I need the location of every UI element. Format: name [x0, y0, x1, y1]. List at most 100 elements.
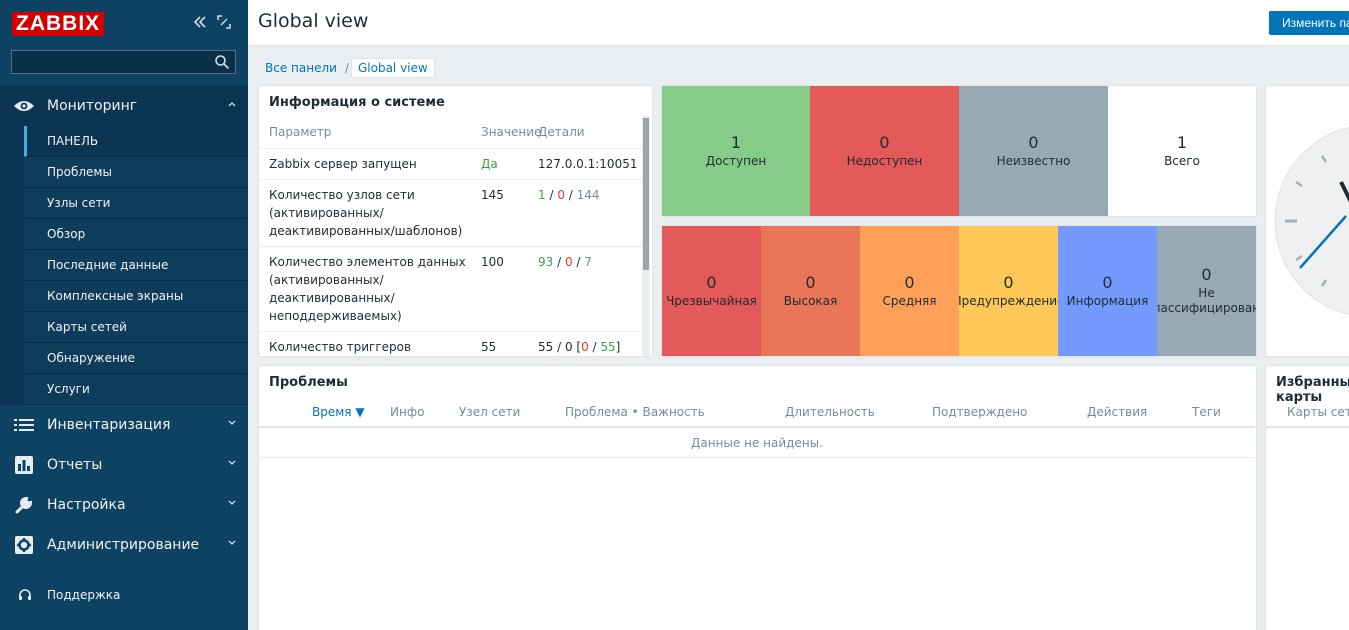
table-row: Количество узлов сети (активированных/ д…	[259, 180, 642, 247]
availability-unavailable[interactable]: 0 Недоступен	[810, 86, 959, 216]
details-cell: 1 / 0 / 144	[535, 180, 642, 246]
value-cell: Да	[481, 157, 498, 171]
menu-label: Администрирование	[47, 537, 200, 553]
breadcrumb: Все панели / Global view	[259, 57, 435, 79]
menu-label: Инвентаризация	[47, 417, 171, 433]
support-label: Поддержка	[47, 588, 121, 602]
param-cell: Количество триггеров	[269, 340, 412, 354]
tile-count: 0	[1003, 272, 1014, 292]
param-cell: Zabbix сервер запущен	[269, 157, 417, 171]
gear-icon	[13, 534, 35, 556]
menu-inventory[interactable]: Инвентаризация	[0, 405, 248, 445]
details-sep: /	[588, 340, 601, 354]
sidebar-item-overview[interactable]: Обзор	[24, 219, 248, 250]
column-acknowledged: Подтверждено	[932, 405, 1028, 419]
problems-table-header: Время ▼ Инфо Узел сети Проблема • Важнос…	[259, 398, 1255, 428]
tile-count: 0	[706, 272, 717, 292]
scrollbar-thumb[interactable]	[643, 118, 649, 270]
favorites-table-header: Карты сети	[1266, 398, 1349, 428]
breadcrumb-current[interactable]: Global view	[350, 58, 435, 78]
column-time[interactable]: Время ▼	[312, 405, 365, 419]
details-sep: /	[553, 255, 565, 269]
severity-disaster[interactable]: 0 Чрезвычайная	[662, 226, 761, 356]
main-menu: Мониторинг ПАНЕЛЬ Проблемы Узлы сети Обз…	[0, 86, 248, 565]
availability-unknown[interactable]: 0 Неизвестно	[959, 86, 1108, 216]
sidebar-item-screens[interactable]: Комплексные экраны	[24, 281, 248, 312]
tile-label: Высокая	[783, 293, 838, 308]
scrollbar[interactable]	[642, 116, 650, 356]
column-problem-severity[interactable]: Проблема • Важность	[565, 405, 705, 419]
system-info-table: Параметр Значение Детали Zabbix сервер з…	[259, 116, 642, 356]
details-cell: 55 / 0 [0 / 55]	[535, 332, 642, 356]
support-link[interactable]: Поддержка	[0, 583, 120, 607]
menu-administration[interactable]: Администрирование	[0, 525, 248, 565]
column-info: Инфо	[390, 405, 425, 419]
column-host[interactable]: Узел сети	[459, 405, 520, 419]
details-unsupported: 7	[584, 255, 592, 269]
column-actions: Действия	[1087, 405, 1148, 419]
sidebar-item-hosts[interactable]: Узлы сети	[24, 188, 248, 219]
breadcrumb-all-dashboards[interactable]: Все панели	[259, 61, 343, 75]
column-duration: Длительность	[785, 405, 875, 419]
edit-dashboard-button[interactable]: Изменить панель	[1269, 11, 1349, 35]
param-cell: Количество элементов данных (активирован…	[269, 255, 466, 323]
tile-label: Всего	[1164, 153, 1200, 168]
wrench-icon	[13, 494, 35, 516]
bar-chart-icon	[13, 454, 35, 476]
menu-reports[interactable]: Отчеты	[0, 445, 248, 485]
severity-warning[interactable]: 0 Предупреждение	[959, 226, 1058, 356]
sidebar-item-discovery[interactable]: Обнаружение	[24, 343, 248, 374]
tile-label: Предупреждение	[959, 293, 1058, 308]
sidebar-item-services[interactable]: Услуги	[24, 374, 248, 405]
headset-icon	[19, 589, 31, 600]
tile-label: Чрезвычайная	[666, 293, 757, 308]
page-header: Global view Изменить панель	[248, 0, 1349, 46]
tile-label: Доступен	[705, 153, 767, 168]
details-cell: 93 / 0 / 7	[535, 247, 642, 331]
chevron-down-icon	[228, 498, 236, 509]
details-disabled: 0	[564, 255, 573, 269]
tile-count: 1	[730, 132, 742, 152]
page-title: Global view	[258, 10, 369, 32]
value-cell: 55	[481, 340, 497, 354]
details-enabled: 93	[538, 255, 554, 269]
severity-average[interactable]: 0 Средняя	[860, 226, 959, 356]
sidebar-item-maps[interactable]: Карты сетей	[24, 312, 248, 343]
menu-configuration[interactable]: Настройка	[0, 485, 248, 525]
sidebar-item-problems[interactable]: Проблемы	[24, 157, 248, 188]
search-icon[interactable]	[214, 54, 230, 70]
sidebar-item-latest-data[interactable]: Последние данные	[24, 250, 248, 281]
search-input[interactable]	[12, 51, 202, 73]
tile-label-line-2: классифицировано	[1157, 301, 1256, 315]
menu-monitoring[interactable]: Мониторинг	[0, 86, 248, 126]
collapse-sidebar-icon[interactable]	[192, 14, 208, 34]
details-cell: 127.0.0.1:10051	[538, 157, 638, 171]
sidebar-item-dashboard[interactable]: ПАНЕЛЬ	[24, 126, 248, 157]
chevron-down-icon	[228, 538, 236, 549]
severity-not-classified[interactable]: 0 Не классифицировано	[1157, 226, 1256, 356]
column-header: Детали	[538, 125, 585, 139]
details-ok: 55	[600, 340, 616, 354]
availability-available[interactable]: 1 Доступен	[662, 86, 810, 216]
table-row: Zabbix сервер запущен Да 127.0.0.1:10051	[259, 149, 642, 180]
breadcrumb-separator: /	[344, 61, 349, 75]
zabbix-logo[interactable]: ZABBIX	[12, 12, 105, 36]
chevron-down-icon	[228, 418, 236, 429]
severity-high[interactable]: 0 Высокая	[761, 226, 860, 356]
tile-count: 0	[1102, 272, 1113, 292]
value-cell: 145	[481, 188, 504, 202]
tile-count: 0	[1028, 132, 1039, 152]
details-suffix: ]	[615, 340, 621, 354]
sidebar: ZABBIX Мониторинг ПАНЕЛЬ Проблемы Узлы с…	[0, 0, 248, 630]
column-header: Значение	[481, 125, 542, 139]
menu-label: Настройка	[47, 497, 126, 513]
menu-label: Отчеты	[47, 457, 103, 473]
value-cell: 100	[481, 255, 504, 269]
chevron-up-icon	[228, 99, 236, 110]
fullscreen-icon[interactable]	[216, 14, 232, 34]
tile-count: 1	[1176, 132, 1188, 152]
availability-total[interactable]: 1 Всего	[1108, 86, 1256, 216]
no-data-message: Данные не найдены.	[259, 428, 1255, 458]
details-templates: 144	[576, 188, 600, 202]
severity-information[interactable]: 0 Информация	[1058, 226, 1157, 356]
